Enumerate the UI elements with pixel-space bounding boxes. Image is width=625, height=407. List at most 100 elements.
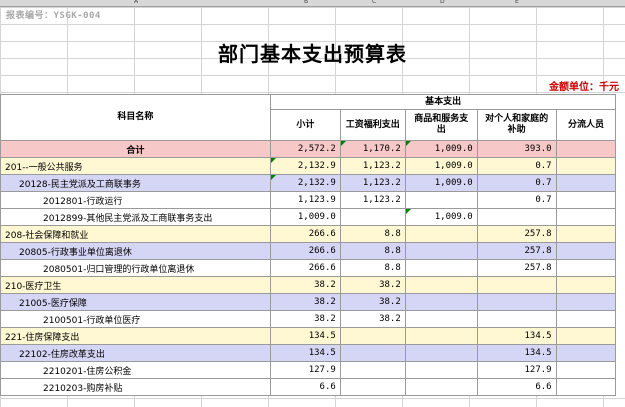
cell-subject[interactable]: 合计 (0, 140, 271, 158)
cell-subtotal[interactable]: 266.6 (269, 225, 341, 243)
cell-subsidy[interactable]: 393.0 (476, 140, 557, 158)
cell-subtotal[interactable]: 266.6 (269, 259, 341, 277)
cell-subtotal[interactable]: 134.5 (269, 327, 341, 345)
report-code[interactable]: 报表编号：YSGK-004 (6, 8, 101, 21)
cell-share[interactable] (555, 208, 617, 226)
cell-wages[interactable]: 1,123.2 (339, 157, 406, 175)
header-subtotal[interactable]: 小计 (269, 109, 341, 141)
cell-share[interactable] (555, 191, 617, 209)
cell-share[interactable] (555, 140, 617, 158)
cell-wages[interactable]: 38.2 (339, 310, 406, 328)
cell-goods[interactable] (404, 293, 478, 311)
cell-goods[interactable] (404, 191, 478, 209)
cell-subtotal[interactable]: 1,009.0 (269, 208, 341, 226)
cell-subject[interactable]: 2012801-行政运行 (0, 191, 271, 209)
column-letter-e[interactable]: E (515, 0, 519, 5)
cell-goods[interactable] (404, 310, 478, 328)
cell-spill[interactable] (616, 362, 625, 379)
cell-spill[interactable] (616, 260, 625, 277)
cell-spill[interactable] (616, 277, 625, 294)
header-basic-expenditure[interactable]: 基本支出 (269, 94, 617, 110)
cell-share[interactable] (555, 157, 617, 175)
cell-spill[interactable] (616, 192, 625, 209)
cell-subtotal[interactable]: 2,132.9 (269, 174, 341, 192)
cell-subsidy[interactable] (476, 293, 557, 311)
cell-wages[interactable]: 1,123.2 (339, 174, 406, 192)
cell-wages[interactable]: 8.8 (339, 225, 406, 243)
cell-wages[interactable]: 38.2 (339, 293, 406, 311)
cell-share[interactable] (555, 378, 617, 396)
cell-subject[interactable]: 221-住房保障支出 (0, 327, 271, 345)
header-subsidy[interactable]: 对个人和家庭的补助 (476, 109, 557, 141)
cell-subsidy[interactable]: 257.8 (476, 225, 557, 243)
cell-subject[interactable]: 2012899-其他民主党派及工商联事务支出 (0, 208, 271, 226)
cell-subtotal[interactable]: 2,572.2 (269, 140, 341, 158)
cell-goods[interactable] (404, 378, 478, 396)
cell-goods[interactable]: 1,009.0 (404, 157, 478, 175)
cell-subtotal[interactable]: 38.2 (269, 276, 341, 294)
cell-subject[interactable]: 21005-医疗保障 (0, 293, 271, 311)
cell-wages[interactable]: 8.8 (339, 242, 406, 260)
cell-wages[interactable]: 1,123.2 (339, 191, 406, 209)
cell-subject[interactable]: 22102-住房改革支出 (0, 344, 271, 362)
cell-subsidy[interactable] (476, 310, 557, 328)
cell-goods[interactable] (404, 327, 478, 345)
cell-spill[interactable] (616, 345, 625, 362)
cell-goods[interactable] (404, 276, 478, 294)
cell-subtotal[interactable]: 6.6 (269, 378, 341, 396)
cell-share[interactable] (555, 293, 617, 311)
cell-share[interactable] (555, 310, 617, 328)
header-subject[interactable]: 科目名称 (0, 94, 271, 141)
cell-wages[interactable]: 1,170.2 (339, 140, 406, 158)
cell-wages[interactable]: 38.2 (339, 276, 406, 294)
cell-spill[interactable] (616, 209, 625, 226)
cell-subsidy[interactable] (476, 276, 557, 294)
cell-spill[interactable] (616, 243, 625, 260)
page-title[interactable]: 部门基本支出预算表 (0, 38, 625, 67)
cell-subsidy[interactable]: 0.7 (476, 174, 557, 192)
header-wages[interactable]: 工资福利支出 (339, 109, 406, 141)
cell-wages[interactable] (339, 327, 406, 345)
cell-subsidy[interactable] (476, 208, 557, 226)
column-letter-b[interactable]: B (304, 0, 308, 5)
cell-goods[interactable] (404, 361, 478, 379)
cell-subject[interactable]: 2210203-购房补贴 (0, 378, 271, 396)
cell-subsidy[interactable]: 134.5 (476, 327, 557, 345)
cell-wages[interactable] (339, 378, 406, 396)
cell-subtotal[interactable]: 1,123.9 (269, 191, 341, 209)
cell-subtotal[interactable]: 266.6 (269, 242, 341, 260)
cell-spill[interactable] (616, 158, 625, 175)
column-letter-c[interactable]: C (372, 0, 376, 5)
cell-subject[interactable]: 2210201-住房公积金 (0, 361, 271, 379)
cell-wages[interactable]: 8.8 (339, 259, 406, 277)
cell-share[interactable] (555, 174, 617, 192)
cell-spill[interactable] (616, 141, 625, 158)
cell-spill[interactable] (616, 226, 625, 243)
unit-label[interactable]: 金额单位：千元 (549, 78, 619, 93)
cell-subject[interactable]: 20805-行政事业单位离退休 (0, 242, 271, 260)
cell-goods[interactable] (404, 344, 478, 362)
cell-subtotal[interactable]: 134.5 (269, 344, 341, 362)
cell-spill[interactable] (616, 328, 625, 345)
cell-share[interactable] (555, 242, 617, 260)
cell-spill[interactable] (616, 311, 625, 328)
cell-goods[interactable] (404, 259, 478, 277)
cell-subsidy[interactable]: 0.7 (476, 191, 557, 209)
cell-subtotal[interactable]: 38.2 (269, 310, 341, 328)
header-share[interactable]: 分流人员 (555, 109, 617, 141)
cell-subsidy[interactable]: 127.9 (476, 361, 557, 379)
cell-share[interactable] (555, 225, 617, 243)
cell-subsidy[interactable]: 134.5 (476, 344, 557, 362)
cell-wages[interactable] (339, 344, 406, 362)
cell-subtotal[interactable]: 127.9 (269, 361, 341, 379)
cell-share[interactable] (555, 344, 617, 362)
cell-spill[interactable] (616, 175, 625, 192)
cell-subject[interactable]: 2080501-归口管理的行政单位离退休 (0, 259, 271, 277)
cell-share[interactable] (555, 259, 617, 277)
cell-goods[interactable] (404, 225, 478, 243)
cell-wages[interactable] (339, 208, 406, 226)
column-letter-a[interactable]: A (134, 0, 138, 5)
cell-subject[interactable]: 208-社会保障和就业 (0, 225, 271, 243)
cell-subtotal[interactable]: 2,132.9 (269, 157, 341, 175)
cell-goods[interactable]: 1,009.0 (404, 174, 478, 192)
